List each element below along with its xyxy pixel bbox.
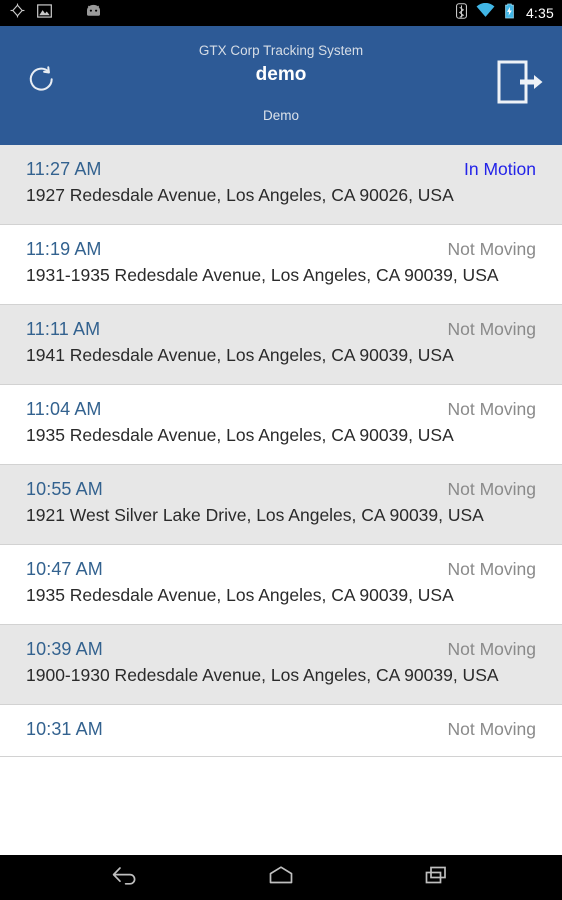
list-item[interactable]: 10:39 AM Not Moving 1900-1930 Redesdale Av… [0,625,562,705]
bluetooth-icon [455,2,467,24]
android-debug-icon [84,4,103,22]
refresh-button[interactable] [0,26,84,145]
app-header: GTX Corp Tracking System demo Demo [0,26,562,145]
event-address: 1935 Redesdale Avenue, Los Angeles, CA 9… [26,425,454,445]
event-time: 11:19 AM [26,239,102,259]
status-badge: Not Moving [447,479,536,499]
list-item[interactable]: 11:11 AM Not Moving 1941 Redesdale Avenue,… [0,305,562,385]
status-badge: Not Moving [447,559,536,579]
status-bar-right-icons: 4:35 [455,2,554,24]
tracking-event-list[interactable]: 11:27 AM In Motion 1927 Redesdale Avenue, … [0,145,562,855]
back-icon [110,864,140,891]
home-button[interactable] [255,855,307,900]
list-item-header: 10:47 AM Not Moving [26,559,536,580]
event-address: 1941 Redesdale Avenue, Los Angeles, CA 9… [26,345,454,365]
event-time: 10:39 AM [26,639,103,659]
event-time: 11:04 AM [26,399,102,419]
android-status-bar: 4:35 [0,0,562,26]
event-time: 11:11 AM [26,319,101,339]
list-item[interactable]: 11:19 AM Not Moving 1931-1935 Redesdale Av… [0,225,562,305]
app-root: 4:35 GTX Corp Tracking System demo Demo [0,0,562,900]
status-bar-left-icons [10,3,103,23]
event-address: 1931-1935 Redesdale Avenue, Los Angeles,… [26,265,499,285]
list-item[interactable]: 10:47 AM Not Moving 1935 Redesdale Avenue,… [0,545,562,625]
recent-apps-button[interactable] [411,855,463,900]
list-item-header: 11:11 AM Not Moving [26,319,536,340]
status-badge: Not Moving [447,719,536,739]
list-item-header: 11:27 AM In Motion [26,159,536,180]
list-item-header: 10:55 AM Not Moving [26,479,536,500]
back-button[interactable] [99,855,151,900]
home-icon [266,864,296,891]
status-badge: Not Moving [447,399,536,419]
status-badge: Not Moving [447,239,536,259]
logout-button[interactable] [478,26,562,145]
list-item[interactable]: 11:27 AM In Motion 1927 Redesdale Avenue, … [0,145,562,225]
recent-apps-icon [423,864,451,891]
list-item-header: 10:39 AM Not Moving [26,639,536,660]
event-time: 10:31 AM [26,719,103,739]
status-bar-clock: 4:35 [525,5,554,21]
status-badge: Not Moving [447,639,536,659]
logout-icon [496,60,544,109]
event-time: 10:55 AM [26,479,103,499]
refresh-icon [23,60,61,103]
android-navigation-bar [0,855,562,900]
list-item-header: 11:19 AM Not Moving [26,239,536,260]
list-item-header: 10:31 AM Not Moving [26,719,536,740]
screenshot-icon [37,3,52,23]
event-time: 11:27 AM [26,159,102,179]
gps-icon [10,3,25,23]
status-badge: Not Moving [447,319,536,339]
event-time: 10:47 AM [26,559,103,579]
event-address: 1900-1930 Redesdale Avenue, Los Angeles,… [26,665,499,685]
list-item[interactable]: 10:55 AM Not Moving 1921 West Silver Lake … [0,465,562,545]
list-item[interactable]: 10:31 AM Not Moving [0,705,562,757]
battery-charging-icon [504,3,515,24]
event-address: 1927 Redesdale Avenue, Los Angeles, CA 9… [26,185,454,205]
event-address: 1921 West Silver Lake Drive, Los Angeles… [26,505,484,525]
status-badge: In Motion [464,159,536,179]
list-item-header: 11:04 AM Not Moving [26,399,536,420]
list-item[interactable]: 11:04 AM Not Moving 1935 Redesdale Avenue,… [0,385,562,465]
event-address: 1935 Redesdale Avenue, Los Angeles, CA 9… [26,585,454,605]
wifi-icon [476,2,495,23]
